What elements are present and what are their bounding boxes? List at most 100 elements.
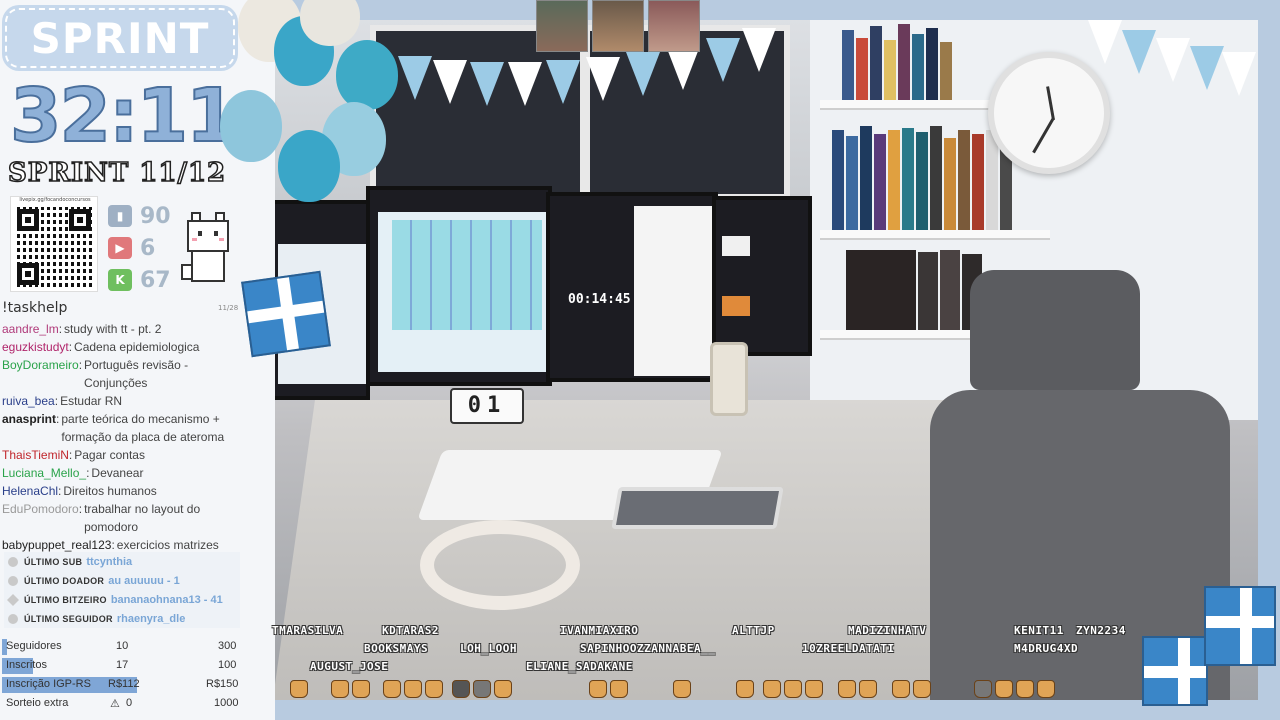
cat-avatar-icon <box>352 680 370 698</box>
frame-bottom <box>270 700 1280 720</box>
heart-icon <box>8 613 18 624</box>
sprint-badge-label: SPRINT <box>30 14 210 63</box>
cat-avatar-icon <box>974 680 992 698</box>
chat-task: Pagar contas <box>74 448 145 462</box>
cat-avatar-icon <box>805 680 823 698</box>
twitch-count: 90 <box>140 203 171 229</box>
facecam-3 <box>648 0 700 52</box>
cat-avatar-icon <box>425 680 443 698</box>
cat-avatar-icon <box>838 680 856 698</box>
cat-avatar-icon <box>331 680 349 698</box>
stat-kick: K 67 <box>108 264 178 296</box>
chat-message: aandre_lm: study with tt - pt. 2 <box>2 322 162 336</box>
goal-row: Inscrição IGP-RS R$112 R$150 <box>2 676 244 694</box>
goal-row: Inscritos 17 100 <box>2 657 244 675</box>
youtube-icon: ▶ <box>108 237 132 259</box>
cat-avatar-icon <box>913 680 931 698</box>
chat-message: ruiva_bea: Estudar RN <box>2 394 123 408</box>
cat-avatar-icon <box>383 680 401 698</box>
chat-message: HelenaChl: Direitos humanos <box>2 484 157 498</box>
chat-message: EduPomodoro: trabalhar no layout do pomo… <box>2 500 242 536</box>
cat-avatar-icon <box>494 680 512 698</box>
cat-avatar-icon <box>859 680 877 698</box>
chat-user: eguzkistudyt <box>2 340 69 354</box>
chat-task: Devanear <box>91 466 144 480</box>
monitor-right: 00:14:45 <box>546 192 718 382</box>
cat-avatar-icon <box>1037 680 1055 698</box>
chat-user: BoyDorameiro <box>2 358 79 372</box>
frame-top <box>270 0 1280 20</box>
goal-row: Seguidores 10 300 <box>2 638 244 656</box>
stat-twitch: ▮ 90 <box>108 200 178 232</box>
chat-message: ThaisTiemiN: Pagar contas <box>2 448 145 462</box>
headphones <box>420 520 580 610</box>
chat-user: aandre_lm <box>2 322 59 336</box>
chat-user: EduPomodoro <box>2 502 79 516</box>
chat-task: Português revisão - Conjunções <box>84 358 189 390</box>
flip-clock: 01 <box>450 388 524 424</box>
chat-task: Cadena epidemiologica <box>74 340 200 354</box>
kick-icon: K <box>108 269 132 291</box>
chat-user: Luciana_Mello_ <box>2 466 87 480</box>
warning-icon: ⚠ <box>110 698 120 710</box>
cat-avatar-icon <box>1016 680 1034 698</box>
task-chat: aandre_lm: study with tt - pt. 2 eguzkis… <box>2 320 242 554</box>
recent-donor: ÚLTIMO DOADOR au auuuuu - 1 <box>4 571 240 590</box>
chat-user: HelenaChl <box>2 484 59 498</box>
taskhelp-command: !taskhelp <box>2 300 68 316</box>
cat-avatar-icon <box>995 680 1013 698</box>
shelf-mid <box>820 230 1050 240</box>
platform-stats: ▮ 90 ▶ 6 K 67 <box>108 200 178 296</box>
cat-avatar-icon <box>673 680 691 698</box>
tablet <box>611 487 784 529</box>
chat-task: trabalhar no layout do pomodoro <box>84 502 201 534</box>
webcam-feed: 00:14:45 01 <box>270 0 1280 720</box>
twitch-icon: ▮ <box>108 205 132 227</box>
youtube-count: 6 <box>140 235 156 261</box>
sprint-count: SPRINT 11/12 <box>7 157 227 189</box>
sprint-badge: SPRINT <box>5 8 235 68</box>
monitor-tall <box>712 196 812 356</box>
viewer-avatars <box>290 680 1150 702</box>
monitor-center <box>366 186 552 386</box>
cat-avatar-icon <box>763 680 781 698</box>
stat-youtube: ▶ 6 <box>108 232 178 264</box>
gem-icon <box>7 593 19 606</box>
goals: Seguidores 10 300 Inscritos 17 100 Inscr… <box>2 638 244 714</box>
cat-avatar-icon <box>473 680 491 698</box>
coin-icon <box>8 575 18 586</box>
star-icon <box>8 556 18 567</box>
recent-follower: ÚLTIMO SEGUIDOR rhaenyra_dle <box>4 609 240 628</box>
sprint-timer: 32:11 <box>9 72 239 160</box>
page-indicator: 11/28 <box>218 304 239 312</box>
chat-user: anasprint <box>2 412 57 426</box>
chat-user: ThaisTiemiN <box>2 448 69 462</box>
recent-sub: ÚLTIMO SUB ttcynthia <box>4 552 240 571</box>
cat-avatar-icon <box>610 680 628 698</box>
kick-count: 67 <box>140 267 171 293</box>
chat-message: anasprint: parte teórica do mecanismo + … <box>2 410 242 446</box>
qr-code: livepix.gg/focandoconcursos <box>10 196 98 292</box>
cat-avatar-icon <box>736 680 754 698</box>
recent-events: ÚLTIMO SUB ttcynthia ÚLTIMO DOADOR au au… <box>4 552 240 628</box>
goal-row: Sorteio extra ⚠ 0 1000 <box>6 697 239 710</box>
cat-avatar-icon <box>452 680 470 698</box>
recent-bits: ÚLTIMO BITZEIRO bananaohnana13 - 41 <box>4 590 240 609</box>
chat-task: Estudar RN <box>60 394 123 408</box>
qr-url: livepix.gg/focandoconcursos <box>19 197 91 203</box>
cat-avatar-icon <box>290 680 308 698</box>
wall-clock <box>988 52 1110 174</box>
facecam-1 <box>536 0 588 52</box>
chat-task: Direitos humanos <box>63 484 157 498</box>
monitor-timer: 00:14:45 <box>568 292 631 307</box>
cat-avatar-icon <box>404 680 422 698</box>
chat-message: eguzkistudyt: Cadena epidemiologica <box>2 340 200 354</box>
phone <box>710 342 748 416</box>
cat-avatar-icon <box>784 680 802 698</box>
gift-icon <box>1204 586 1276 666</box>
cat-avatar-icon <box>589 680 607 698</box>
chat-message: Luciana_Mello_: Devanear <box>2 466 144 480</box>
cat-avatar-icon <box>892 680 910 698</box>
facecam-2 <box>592 0 644 52</box>
chat-message: BoyDorameiro: Português revisão - Conjun… <box>2 356 242 392</box>
